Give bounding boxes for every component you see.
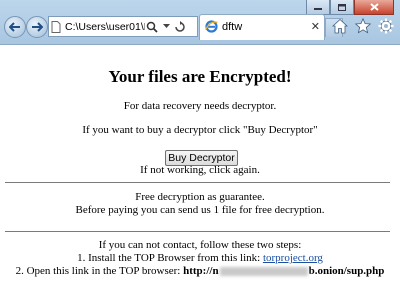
minimize-button[interactable]: [306, 0, 330, 15]
maximize-icon: [338, 3, 346, 11]
address-text[interactable]: C:\Users\user01\Desl: [65, 21, 145, 33]
gear-icon[interactable]: [378, 18, 394, 34]
step-1-text: 1. Install the TOP Browser from this lin…: [77, 252, 263, 264]
tab-close-icon[interactable]: ✕: [311, 20, 320, 33]
page-icon: [49, 18, 63, 35]
back-button[interactable]: [4, 16, 26, 38]
page-title: Your files are Encrypted!: [108, 67, 292, 86]
right-toolbar: [332, 18, 394, 34]
ie-logo-icon: [204, 20, 218, 38]
torproject-link[interactable]: torproject.org: [263, 252, 323, 264]
forward-button[interactable]: [26, 16, 48, 38]
address-bar[interactable]: C:\Users\user01\Desl: [48, 16, 198, 37]
search-icon[interactable]: [145, 18, 159, 35]
recovery-text: For data recovery needs decryptor.: [123, 100, 277, 112]
divider-top: [5, 182, 390, 183]
not-working-text: If not working, click again.: [140, 164, 260, 176]
divider-bottom: [5, 231, 390, 232]
free-decryption-text: Free decryption as guarantee.: [135, 191, 265, 203]
tab-title: dftw: [222, 21, 243, 33]
close-icon: [369, 3, 379, 11]
refresh-icon[interactable]: [173, 18, 187, 35]
close-window-button[interactable]: [354, 0, 394, 15]
dropdown-arrow-icon[interactable]: [159, 18, 173, 35]
ransom-page: Your files are Encrypted! For data recov…: [0, 45, 400, 290]
onion-url-end: b.onion/sup.php: [308, 265, 385, 277]
onion-url-start: http://n: [183, 265, 219, 277]
forward-arrow-icon: [32, 22, 43, 32]
home-icon[interactable]: [332, 18, 348, 34]
minimize-icon: [314, 8, 322, 10]
maximize-button[interactable]: [330, 0, 354, 15]
browser-toolbar: C:\Users\user01\Desl dftw ✕: [0, 0, 400, 45]
redacted-url-part: [219, 266, 308, 276]
tab-dftw[interactable]: dftw ✕: [199, 14, 325, 40]
window-controls: [306, 0, 394, 15]
back-arrow-icon: [9, 22, 20, 32]
contact-text: If you can not contact, follow these two…: [98, 239, 302, 251]
favorites-star-icon[interactable]: [355, 18, 371, 34]
step-1: 1. Install the TOP Browser from this lin…: [0, 252, 400, 264]
step-2-text: 2. Open this link in the TOP browser:: [15, 265, 184, 277]
buy-instruction-text: If you want to buy a decryptor click "Bu…: [82, 124, 318, 136]
before-paying-text: Before paying you can send us 1 file for…: [75, 204, 325, 216]
step-2: 2. Open this link in the TOP browser: ht…: [0, 265, 400, 277]
